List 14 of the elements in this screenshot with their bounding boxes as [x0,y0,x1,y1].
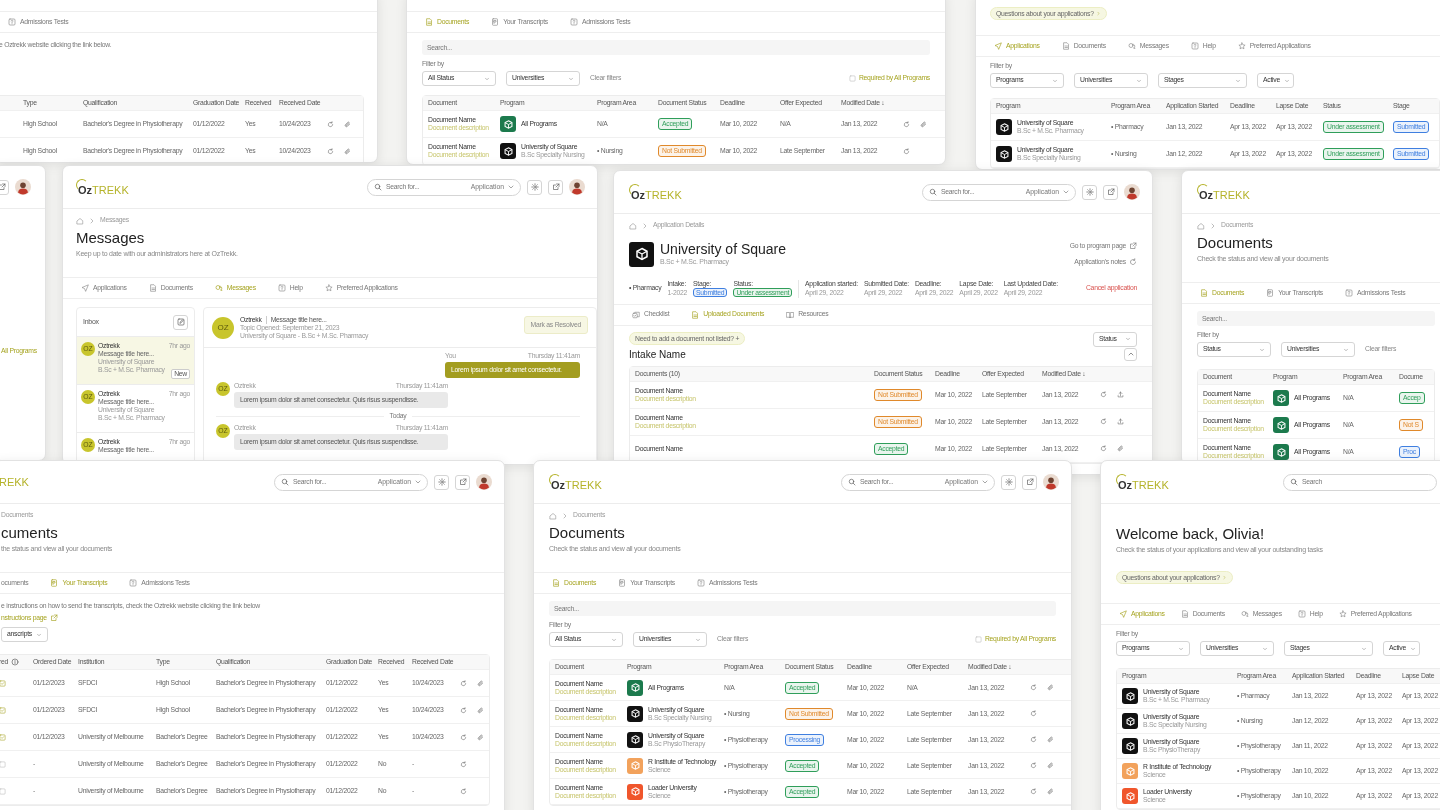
logo: OzTREKK [1116,473,1169,491]
section-heading: Intake Name [629,347,686,362]
page-title: Documents [1197,234,1274,252]
page-title: Welcome back, Olivia! [1116,525,1266,543]
sender-avatar: OZ [212,316,234,339]
page-title: cuments [1,524,59,542]
logo: REKK [0,476,29,488]
logo: OzTREKK [549,473,602,491]
page-title: Messages [76,229,146,247]
university-name: University of Square [660,241,787,257]
page-title: Documents [549,524,626,542]
logo: OzTREKK [1197,183,1250,201]
logo: OzTREKK [76,178,129,196]
logo: OzTREKK [629,183,682,201]
